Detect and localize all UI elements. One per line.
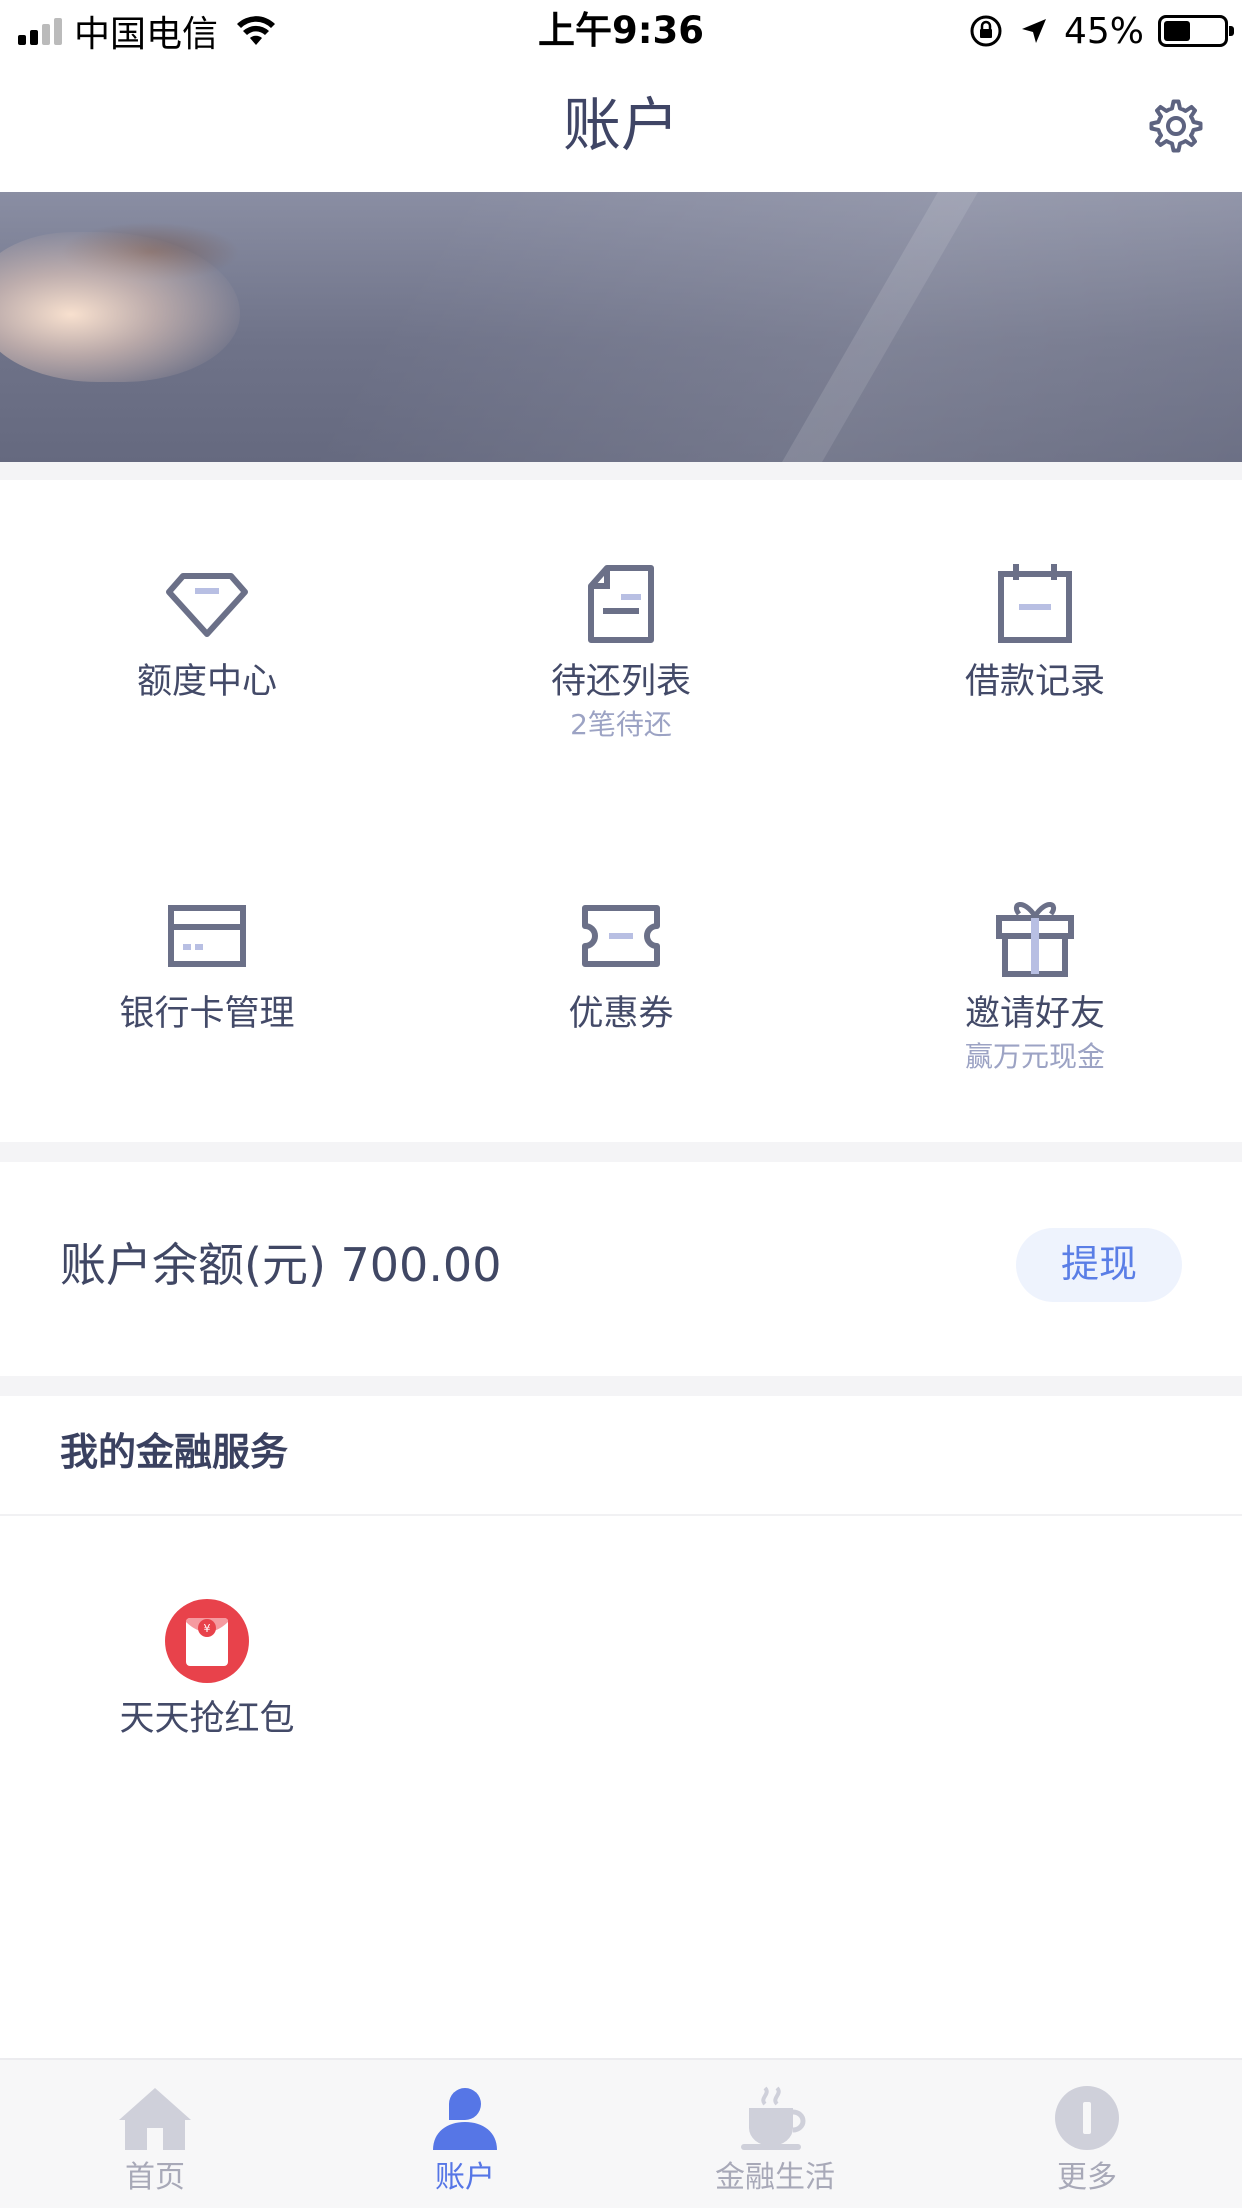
more-icon xyxy=(1055,2086,1119,2150)
section-separator xyxy=(0,1142,1242,1162)
rotation-lock-icon xyxy=(970,15,1002,47)
section-separator xyxy=(0,1376,1242,1396)
status-bar: 中国电信 上午9:36 45% xyxy=(0,0,1242,62)
grid-item-bank-cards[interactable]: 银行卡管理 xyxy=(0,894,414,1036)
diamond-icon xyxy=(166,573,248,637)
account-balance: 账户余额(元) 700.00 xyxy=(60,1238,502,1292)
grid-item-label: 银行卡管理 xyxy=(119,994,295,1034)
banner-image[interactable] xyxy=(0,192,1242,462)
status-right: 45% xyxy=(968,8,1234,54)
red-envelope-icon: ¥ xyxy=(165,1599,249,1683)
user-icon xyxy=(433,2088,497,2150)
tab-finance-life[interactable]: 金融生活 xyxy=(620,2084,930,2198)
tab-bar: 首页 账户 金融生活 更多 xyxy=(0,2058,1242,2208)
tab-label: 首页 xyxy=(125,2160,185,2195)
service-item-label: 天天抢红包 xyxy=(119,1699,295,1739)
grid-item-label: 邀请好友 xyxy=(964,994,1105,1034)
grid-item-repayment-list[interactable]: 待还列表 2笔待还 xyxy=(414,562,828,742)
home-icon xyxy=(119,2088,191,2150)
nav-bar: 账户 xyxy=(0,62,1242,192)
grid-item-sublabel: 2笔待还 xyxy=(570,708,672,741)
grid-item-label: 额度中心 xyxy=(136,662,277,702)
grid-item-label: 待还列表 xyxy=(550,662,691,702)
tab-label: 金融生活 xyxy=(715,2160,835,2195)
grid-item-sublabel: 赢万元现金 xyxy=(964,1040,1105,1073)
document-icon xyxy=(588,565,654,643)
battery-level xyxy=(1164,21,1191,41)
section-separator xyxy=(0,462,1242,480)
coupon-icon xyxy=(582,905,660,967)
page-title: 账户 xyxy=(562,91,679,159)
grid-item-invite-friends[interactable]: 邀请好友 赢万元现金 xyxy=(828,894,1242,1074)
gear-icon[interactable] xyxy=(1144,94,1208,158)
grid-item-label: 借款记录 xyxy=(964,662,1105,702)
location-arrow-icon xyxy=(1021,19,1046,43)
tab-label: 账户 xyxy=(435,2160,495,2195)
calendar-icon xyxy=(998,564,1072,643)
gift-icon xyxy=(996,902,1074,977)
tab-account[interactable]: 账户 xyxy=(310,2084,620,2198)
grid-item-loan-records[interactable]: 借款记录 xyxy=(828,562,1242,704)
service-item-red-envelope[interactable]: ¥ 天天抢红包 xyxy=(0,1598,414,1744)
grid-item-label: 优惠券 xyxy=(568,994,674,1034)
bank-card-icon xyxy=(168,905,246,967)
section-title: 我的金融服务 xyxy=(60,1430,289,1474)
battery-icon xyxy=(1158,15,1234,47)
tab-label: 更多 xyxy=(1057,2160,1117,2195)
tab-more[interactable]: 更多 xyxy=(932,2084,1242,2198)
divider xyxy=(0,1514,1242,1516)
balance-section: 账户余额(元) 700.00 提现 xyxy=(0,1162,1242,1376)
grid-item-coupons[interactable]: 优惠券 xyxy=(414,894,828,1036)
battery-percent: 45% xyxy=(1063,10,1144,52)
grid-item-credit-center[interactable]: 额度中心 xyxy=(0,562,414,704)
svg-text:¥: ¥ xyxy=(204,1622,211,1635)
withdraw-button[interactable]: 提现 xyxy=(1016,1228,1182,1302)
coffee-cup-icon xyxy=(741,2086,806,2150)
tab-home[interactable]: 首页 xyxy=(0,2084,310,2198)
